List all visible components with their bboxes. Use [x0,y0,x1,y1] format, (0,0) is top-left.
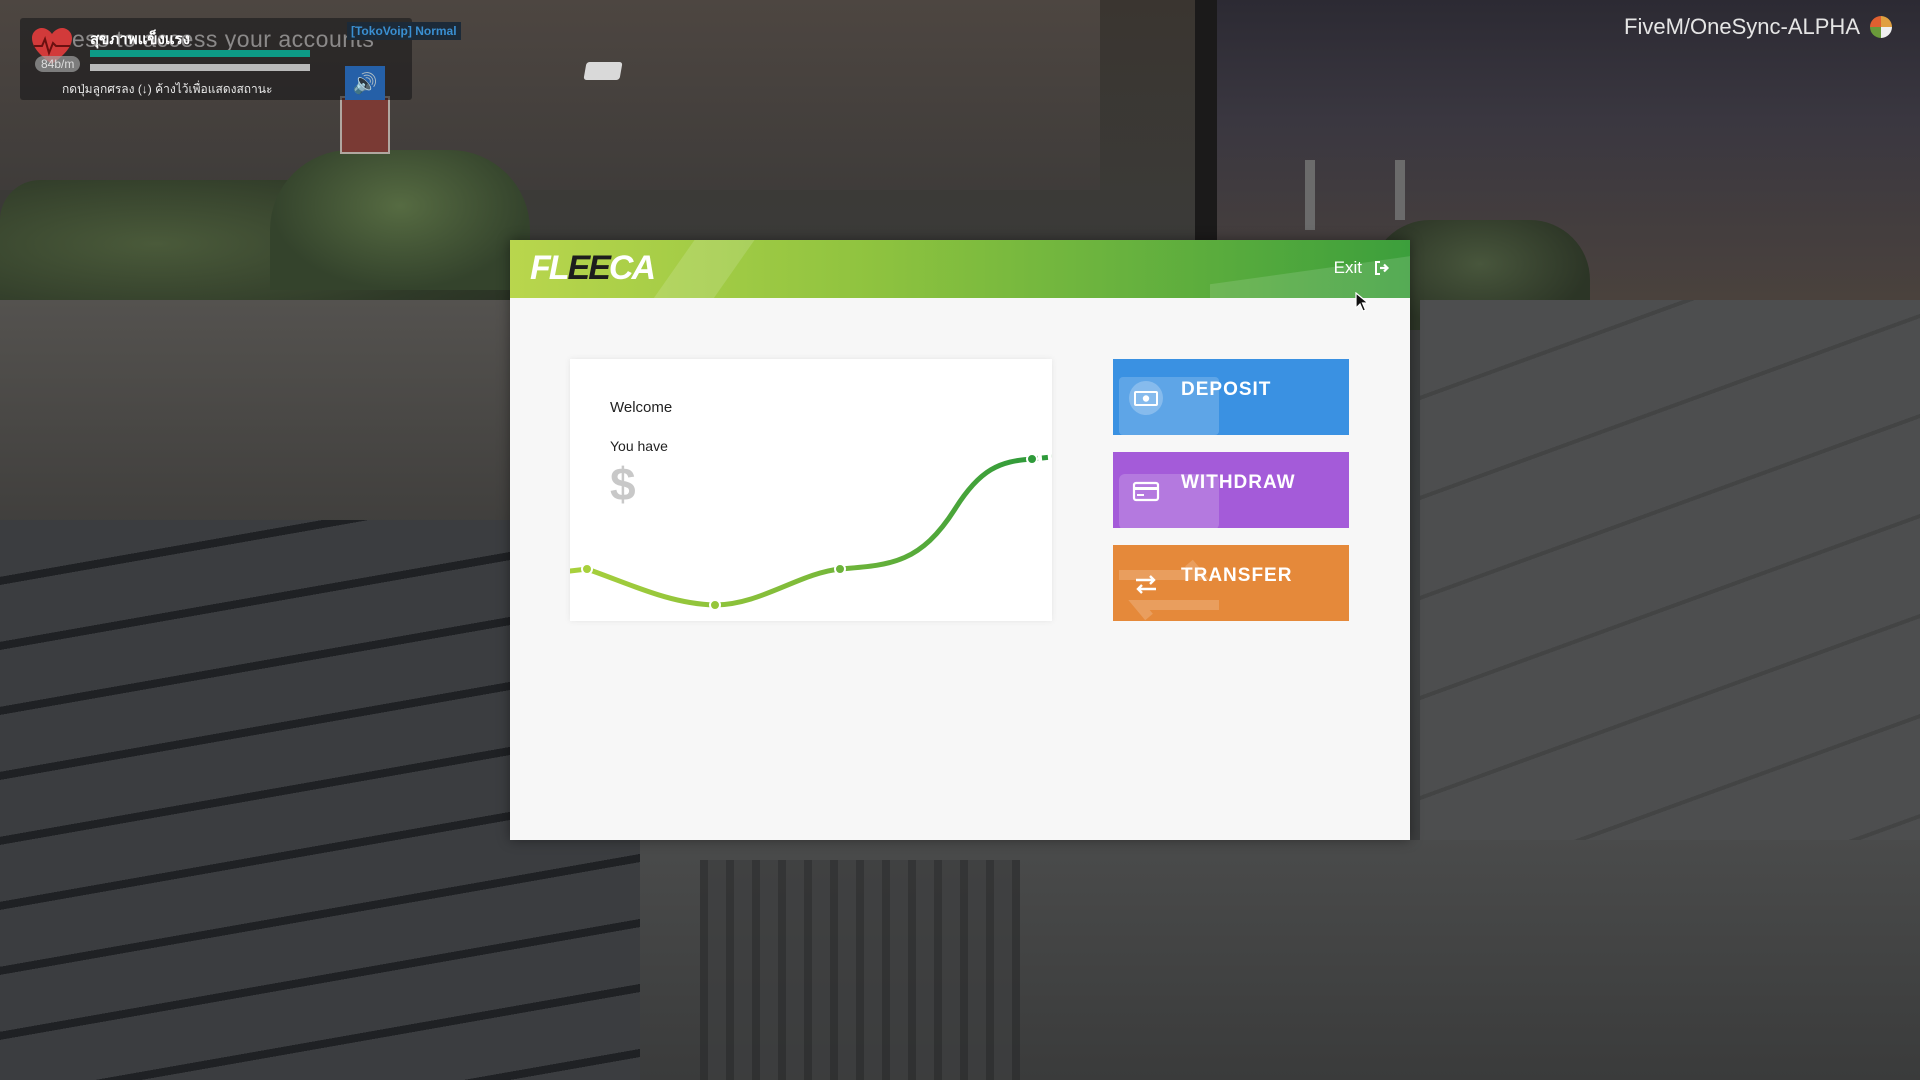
heart-rate: 84b/m [35,56,81,72]
lamp-post [1305,160,1315,230]
exit-button[interactable]: Exit [1334,258,1390,278]
transfer-button[interactable]: TRANSFER [1113,545,1349,621]
balance-card: Welcome You have $ [570,359,1052,621]
card-icon [1129,474,1163,508]
sign-out-icon [1375,261,1390,275]
wall-lamp [583,62,623,80]
speaker-icon: 🔊 [345,66,385,100]
balance-label: You have [610,438,668,454]
voip-mode: [TokoVoip] Normal [347,22,461,40]
chart-point [709,599,721,611]
cash-icon [1129,381,1163,415]
chart-line [570,456,1035,608]
logo-part: EE [567,249,611,287]
withdraw-button[interactable]: WITHDRAW [1113,452,1349,528]
wall-sign [340,96,390,154]
bank-header: FLEECA Exit [510,240,1410,298]
fleeca-logo: FLEECA [530,249,656,288]
deposit-label: DEPOSIT [1181,379,1272,400]
pole [1195,0,1217,240]
welcome-text: Welcome [610,399,673,416]
logo-part: CA [608,249,656,287]
lamp-post [1395,160,1405,220]
armor-bar [90,64,310,71]
chart-point [1026,453,1038,465]
exit-label: Exit [1333,258,1362,277]
mouse-cursor-icon [1355,292,1369,312]
chart-point [834,563,846,575]
withdraw-label: WITHDRAW [1181,472,1296,493]
hedge [270,150,530,290]
health-status-label: สุขภาพแข็งแรง [90,31,190,48]
deposit-button[interactable]: DEPOSIT [1113,359,1349,435]
server-name: FiveM/OneSync-ALPHA [1624,14,1860,39]
logo-part: FL [530,249,570,287]
transfer-label: TRANSFER [1181,565,1293,586]
bank-window: FLEECA Exit Welcome You have $ DEPOSIT W… [510,240,1410,840]
health-bar [90,50,310,57]
server-logo-icon [1870,16,1892,38]
chart-point [581,563,593,575]
server-label: FiveM/OneSync-ALPHA [1624,14,1892,40]
swap-arrows-icon [1129,567,1163,601]
balance-amount: $ [610,458,636,510]
floor-grate [700,860,1020,1080]
status-hint: กดปุ่มลูกศรลง (↓) ค้างไว้เพื่อแสดงสถานะ [62,82,273,96]
